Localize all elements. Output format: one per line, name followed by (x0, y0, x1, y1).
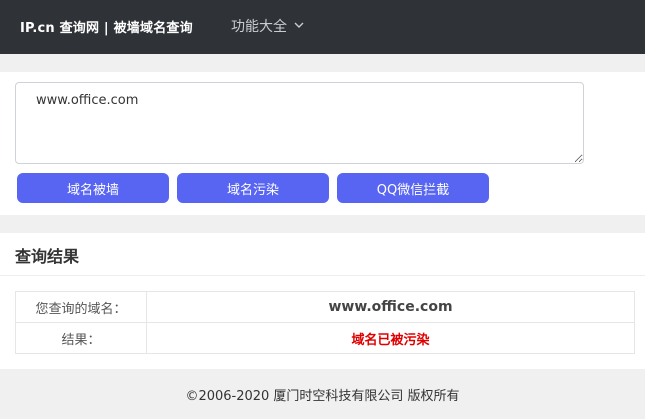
result-status: 域名已被污染 (146, 322, 635, 354)
check-qq-wechat-button[interactable]: QQ微信拦截 (337, 173, 489, 203)
query-panel: 域名被墙 域名污染 QQ微信拦截 (0, 72, 645, 215)
result-title: 查询结果 (15, 247, 80, 266)
divider (0, 275, 645, 276)
domain-label: 您查询的域名： (15, 291, 147, 323)
features-menu[interactable]: 功能大全 (231, 16, 305, 36)
result-table: 您查询的域名： www.office.com 结果： 域名已被污染 (15, 291, 635, 354)
table-row: 结果： 域名已被污染 (15, 322, 635, 354)
chevron-down-icon (293, 19, 305, 31)
features-menu-label: 功能大全 (231, 19, 287, 35)
footer: ©2006-2020 厦门时空科技有限公司 版权所有 (0, 369, 645, 419)
check-blocked-button[interactable]: 域名被墙 (17, 173, 169, 203)
table-row: 您查询的域名： www.office.com (15, 291, 635, 323)
domain-input[interactable] (15, 82, 584, 164)
site-brand[interactable]: IP.cn 查询网 | 被墙域名查询 (20, 17, 193, 36)
check-polluted-button[interactable]: 域名污染 (177, 173, 329, 203)
result-label: 结果： (15, 322, 147, 354)
domain-value: www.office.com (146, 291, 635, 323)
result-panel: 查询结果 您查询的域名： www.office.com 结果： 域名已被污染 (0, 233, 645, 369)
copyright-text: ©2006-2020 厦门时空科技有限公司 版权所有 (185, 388, 460, 404)
top-navbar: IP.cn 查询网 | 被墙域名查询 功能大全 (0, 0, 645, 54)
